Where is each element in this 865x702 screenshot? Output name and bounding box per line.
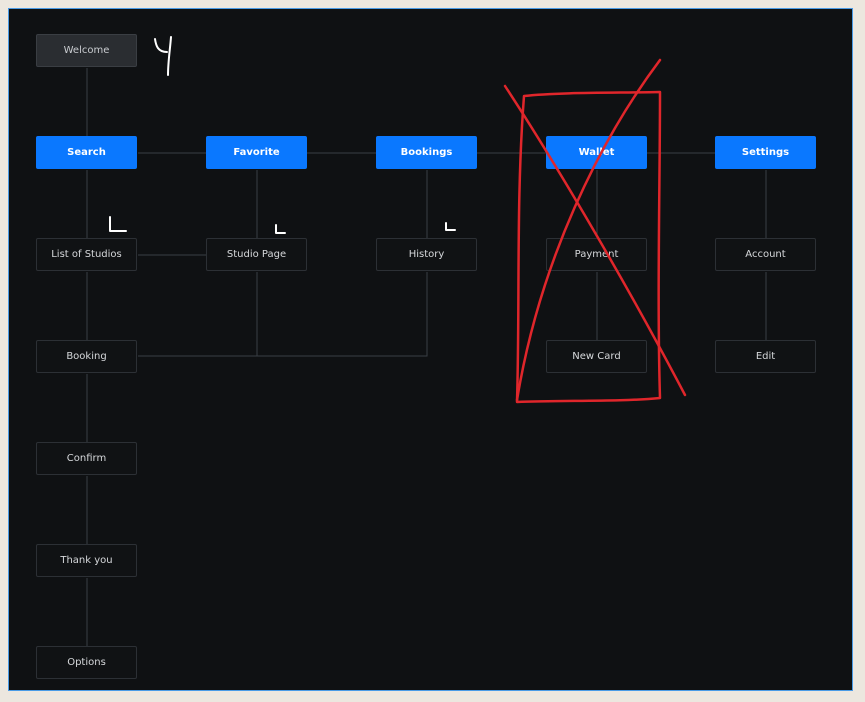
checkmark-l-favorite: [275, 224, 286, 234]
annotations: [109, 36, 687, 404]
handwritten-y-mark: [154, 36, 172, 76]
checkmark-l-search: [109, 216, 127, 232]
checkmark-l-bookings: [445, 222, 456, 231]
red-cross-stroke-2: [515, 58, 662, 402]
